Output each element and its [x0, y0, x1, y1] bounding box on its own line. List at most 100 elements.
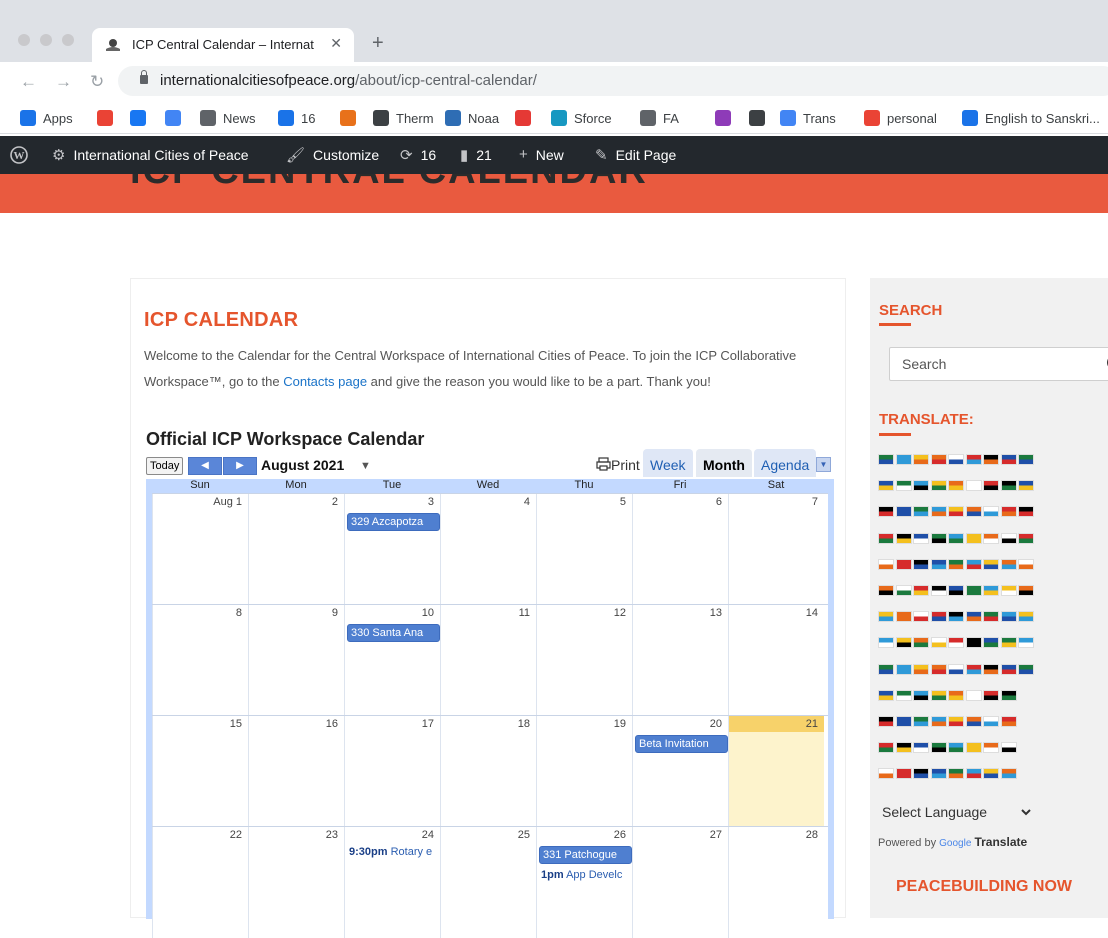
language-flag-icon[interactable]	[878, 506, 894, 518]
close-window-button[interactable]	[18, 34, 30, 46]
language-flag-icon[interactable]	[983, 532, 999, 544]
language-flag-icon[interactable]	[983, 637, 999, 649]
calendar-day-cell[interactable]: 14	[728, 605, 824, 716]
language-flag-icon[interactable]	[895, 532, 912, 544]
language-flag-icon[interactable]	[983, 480, 999, 492]
language-flag-icon[interactable]	[930, 558, 947, 570]
language-flag-icon[interactable]	[930, 716, 947, 727]
language-flag-icon[interactable]	[948, 506, 964, 518]
calendar-event-text[interactable]: 1pm App Develc	[541, 869, 631, 881]
language-flag-icon[interactable]	[948, 768, 964, 780]
language-flag-icon[interactable]	[965, 768, 982, 780]
language-flag-icon[interactable]	[895, 689, 912, 701]
language-flag-icon[interactable]	[965, 637, 982, 649]
language-flag-icon[interactable]	[913, 742, 929, 754]
month-dropdown-icon[interactable]: ▼	[360, 460, 371, 472]
language-flag-icon[interactable]	[895, 558, 912, 570]
language-flag-icon[interactable]	[1018, 506, 1034, 518]
language-flag-icon[interactable]	[930, 454, 947, 465]
language-flag-icon[interactable]	[878, 768, 894, 780]
bookmark-therm[interactable]: Therm	[373, 108, 434, 128]
language-flag-icon[interactable]	[965, 689, 982, 701]
language-flag-icon[interactable]	[948, 611, 964, 623]
language-flag-icon[interactable]	[983, 611, 999, 623]
language-flag-icon[interactable]	[948, 454, 964, 465]
bookmark-noaa[interactable]: Noaa	[445, 108, 499, 128]
prev-month-button[interactable]: ◀	[188, 457, 222, 475]
site-name-link[interactable]: ⚙ International Cities of Peace	[52, 146, 249, 164]
calendar-day-cell[interactable]: Aug 1	[152, 494, 248, 605]
calendar-day-cell[interactable]: 15	[152, 716, 248, 827]
language-flag-icon[interactable]	[1018, 558, 1034, 570]
language-flag-icon[interactable]	[948, 716, 964, 727]
language-flag-icon[interactable]	[1018, 611, 1034, 623]
calendar-day-cell[interactable]: 17	[344, 716, 440, 827]
language-flag-icon[interactable]	[965, 663, 982, 675]
reload-icon[interactable]: ↻	[90, 72, 104, 92]
bookmark-apps[interactable]: Apps	[20, 108, 73, 128]
language-flag-icon[interactable]	[913, 611, 929, 623]
language-flag-icon[interactable]	[1018, 585, 1034, 596]
language-flag-icon[interactable]	[895, 716, 912, 727]
language-flag-icon[interactable]	[983, 768, 999, 780]
language-flag-icon[interactable]	[930, 480, 947, 492]
language-flag-icon[interactable]	[1018, 663, 1034, 675]
view-tab-month[interactable]: Month	[696, 449, 752, 477]
calendar-day-cell[interactable]: 3 329 Azcapotza	[344, 494, 440, 605]
zoom-window-button[interactable]	[62, 34, 74, 46]
bookmark-chart[interactable]	[340, 108, 363, 128]
bookmark-personal[interactable]: personal	[864, 108, 937, 128]
forward-arrow-icon[interactable]: →	[55, 72, 72, 92]
language-flag-icon[interactable]	[1000, 454, 1017, 465]
language-flag-icon[interactable]	[895, 506, 912, 518]
view-tab-week[interactable]: Week	[643, 449, 693, 477]
calendar-day-cell[interactable]: 28	[728, 827, 824, 938]
language-flag-icon[interactable]	[895, 454, 912, 465]
language-flag-icon[interactable]	[895, 663, 912, 675]
calendar-day-cell[interactable]: 27	[632, 827, 728, 938]
language-flag-icon[interactable]	[930, 689, 947, 701]
language-flag-icon[interactable]	[1018, 454, 1034, 465]
language-flag-icon[interactable]	[878, 454, 894, 465]
language-flag-icon[interactable]	[913, 558, 929, 570]
language-flag-icon[interactable]	[965, 506, 982, 518]
browser-tab-active[interactable]: ICP Central Calendar – Internat ✕	[92, 28, 354, 62]
language-flag-icon[interactable]	[965, 716, 982, 727]
comments-link[interactable]: ▮ 21	[460, 146, 492, 164]
edit-page-link[interactable]: ✎ Edit Page	[595, 146, 676, 164]
language-flag-icon[interactable]	[913, 585, 929, 596]
bookmark-trans[interactable]: Trans	[780, 108, 836, 128]
calendar-day-cell[interactable]: 19	[536, 716, 632, 827]
language-flag-icon[interactable]	[930, 532, 947, 544]
language-flag-icon[interactable]	[1018, 480, 1034, 492]
tab-close-icon[interactable]: ✕	[330, 35, 342, 52]
today-button[interactable]: Today	[146, 457, 184, 475]
language-flag-icon[interactable]	[1000, 611, 1017, 623]
language-flag-icon[interactable]	[878, 716, 894, 727]
bookmark-google[interactable]	[97, 108, 120, 128]
language-flag-icon[interactable]	[878, 480, 894, 492]
view-tab-agenda[interactable]: Agenda	[754, 449, 817, 477]
address-bar[interactable]: internationalcitiesofpeace.org/about/icp…	[118, 66, 1108, 96]
calendar-day-cell[interactable]: 7	[728, 494, 824, 605]
language-flag-icon[interactable]	[1000, 768, 1017, 780]
language-flag-icon[interactable]	[948, 532, 964, 544]
calendar-day-cell[interactable]: 25	[440, 827, 536, 938]
contacts-page-link[interactable]: Contacts page	[283, 374, 367, 389]
calendar-day-cell[interactable]: 10 330 Santa Ana	[344, 605, 440, 716]
language-flag-icon[interactable]	[878, 558, 894, 570]
language-flag-icon[interactable]	[913, 663, 929, 675]
language-flag-icon[interactable]	[1000, 558, 1017, 570]
language-flag-icon[interactable]	[930, 742, 947, 754]
language-flag-icon[interactable]	[895, 742, 912, 754]
calendar-day-cell[interactable]: 9	[248, 605, 344, 716]
new-content-link[interactable]: + New	[519, 146, 564, 163]
language-flag-icon[interactable]	[983, 689, 999, 701]
calendar-event-chip[interactable]: 330 Santa Ana	[347, 624, 440, 642]
language-flag-icon[interactable]	[913, 506, 929, 518]
language-select[interactable]: Select Language	[878, 800, 1034, 824]
print-button[interactable]: Print	[596, 457, 640, 473]
language-flag-icon[interactable]	[930, 611, 947, 623]
language-flag-icon[interactable]	[965, 585, 982, 596]
calendar-day-cell[interactable]: 18	[440, 716, 536, 827]
